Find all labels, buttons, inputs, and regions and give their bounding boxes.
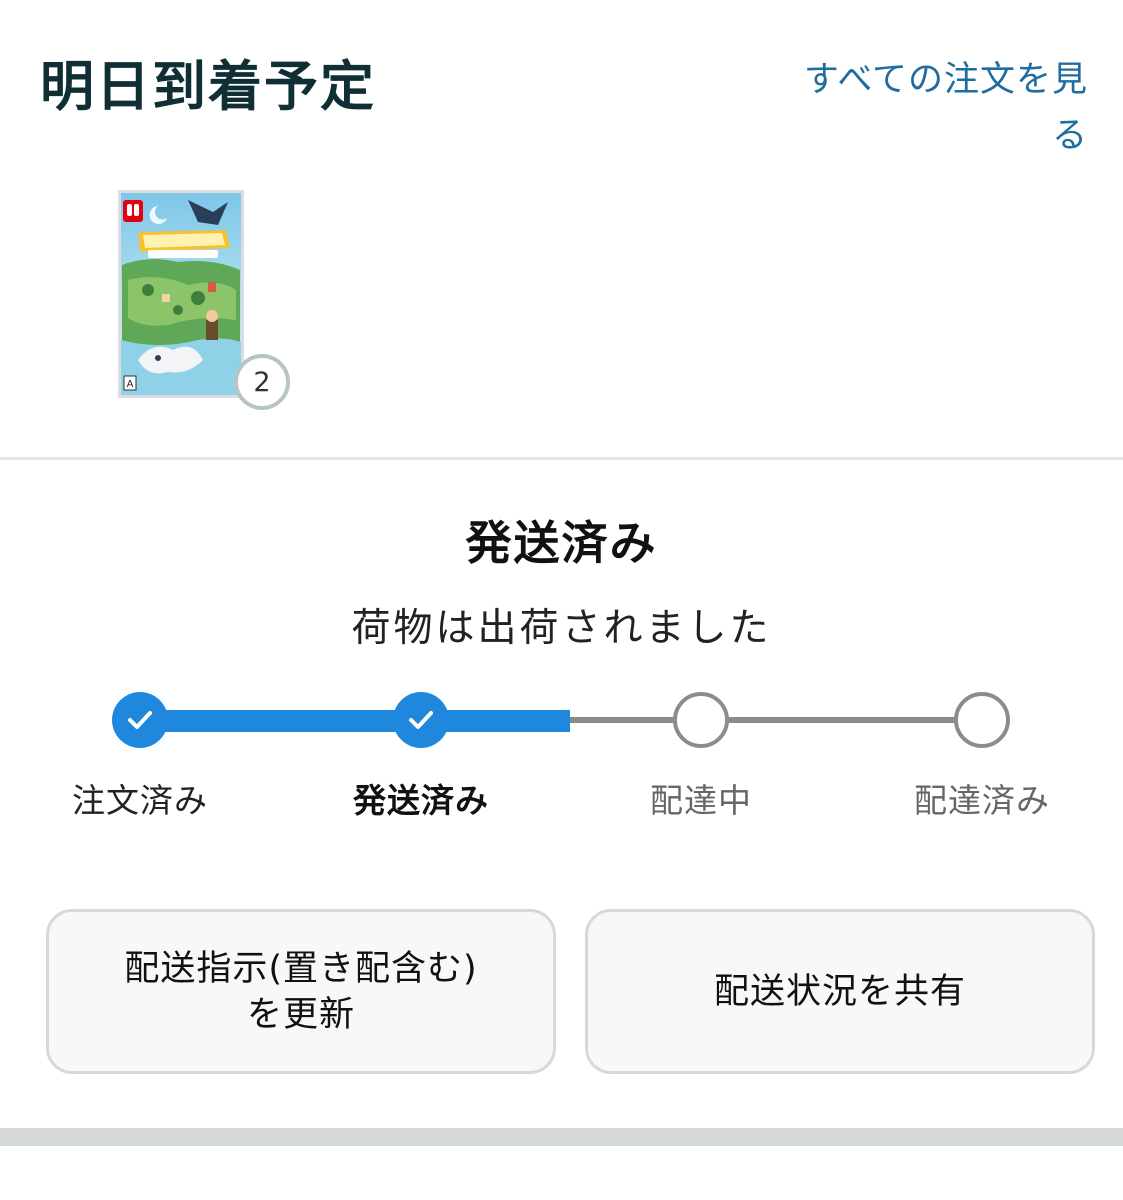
- progress-fill: [140, 710, 570, 732]
- svg-text:A: A: [127, 379, 134, 390]
- share-delivery-status-button[interactable]: 配送状況を共有: [585, 909, 1095, 1074]
- step-shipped-check-icon: [393, 692, 449, 748]
- shipment-status-subtitle: 荷物は出荷されました: [351, 606, 772, 651]
- step-label-in-transit: 配達中: [650, 781, 752, 820]
- view-all-orders-link[interactable]: すべての注文を見る: [788, 52, 1088, 164]
- step-in-transit-circle-icon: [673, 692, 729, 748]
- update-instructions-label-line2: を更新: [246, 994, 355, 1035]
- product-image[interactable]: A: [118, 190, 244, 398]
- step-ordered-check-icon: [112, 692, 168, 748]
- update-delivery-instructions-button[interactable]: 配送指示(置き配含む) を更新: [46, 909, 556, 1074]
- quantity-badge: 2: [234, 354, 290, 410]
- share-status-label: 配送状況を共有: [713, 971, 966, 1012]
- step-label-delivered: 配達済み: [914, 781, 1050, 820]
- delivery-estimate-title: 明日到着予定: [40, 55, 376, 118]
- delivery-progress-tracker: 注文済み 発送済み 配達中 配達済み: [0, 690, 1123, 840]
- step-label-ordered: 注文済み: [72, 781, 208, 820]
- section-divider: [0, 457, 1123, 460]
- game-box-cover-image: A: [118, 190, 244, 398]
- section-separator-bar: [0, 1128, 1123, 1146]
- shipment-status-title: 発送済み: [465, 516, 658, 570]
- step-label-shipped: 発送済み: [353, 781, 489, 820]
- update-instructions-label-line1: 配送指示(置き配含む): [124, 948, 478, 989]
- step-delivered-circle-icon: [954, 692, 1010, 748]
